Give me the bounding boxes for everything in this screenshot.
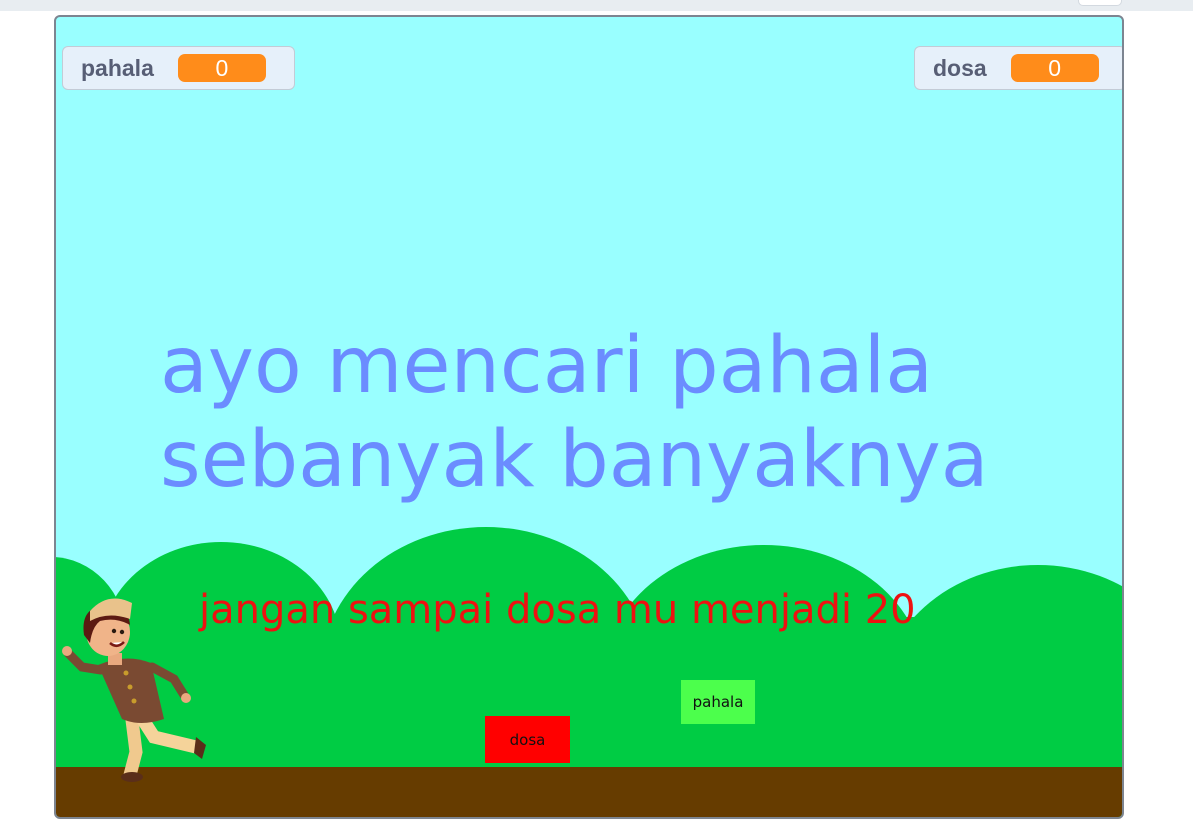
headline-line-1: ayo mencari pahala [160,321,934,411]
dosa-item-sprite[interactable]: dosa [485,716,570,763]
dosa-monitor-value: 0 [1010,54,1099,82]
top-bar-button[interactable] [1078,0,1122,6]
dosa-variable-monitor[interactable]: dosa 0 [914,46,1122,90]
dosa-monitor-label: dosa [933,54,987,81]
pahala-item-sprite[interactable]: pahala [681,680,755,724]
warning-text: jangan sampai dosa mu menjadi 20 [199,587,916,633]
headline-line-2: sebanyak banyaknya [160,415,989,505]
headline-text: ayo mencari pahala sebanyak banyaknya [160,319,989,507]
pahala-monitor-value: 0 [177,54,266,82]
browser-top-bar [0,0,1193,11]
game-stage[interactable]: pahala 0 dosa 0 ayo mencari pahala seban… [54,15,1124,819]
pahala-variable-monitor[interactable]: pahala 0 [62,46,295,90]
boy-running-sprite[interactable] [56,587,216,787]
pahala-monitor-label: pahala [81,54,154,81]
